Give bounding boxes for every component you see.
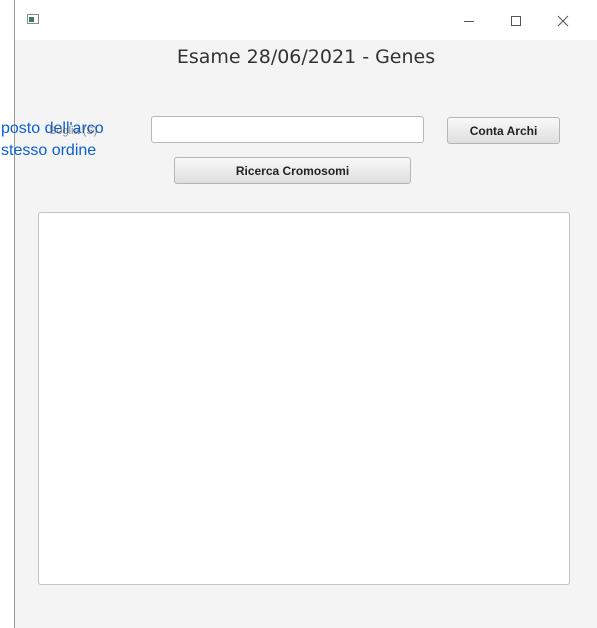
close-button[interactable]: [548, 8, 578, 34]
threshold-label: Soglia (S) posto dell'arco stesso ordine: [1, 118, 104, 162]
page-title: Esame 28/06/2021 - Genes: [176, 46, 436, 68]
minimize-button[interactable]: [454, 8, 484, 34]
maximize-icon: [511, 16, 521, 26]
app-window: Esame 28/06/2021 - Genes Soglia (S) post…: [1, 0, 597, 628]
conta-archi-button[interactable]: Conta Archi: [447, 117, 560, 144]
result-text-area[interactable]: [38, 212, 570, 585]
maximize-button[interactable]: [501, 8, 531, 34]
title-bar: [15, 0, 597, 40]
threshold-input[interactable]: [151, 116, 424, 143]
close-icon: [557, 15, 569, 27]
app-icon: [27, 14, 39, 24]
ricerca-cromosomi-button[interactable]: Ricerca Cromosomi: [174, 157, 411, 184]
threshold-ghost-label: Soglia (S): [49, 125, 98, 137]
minimize-icon: [464, 21, 474, 22]
threshold-label-line2: stesso ordine: [1, 142, 97, 159]
